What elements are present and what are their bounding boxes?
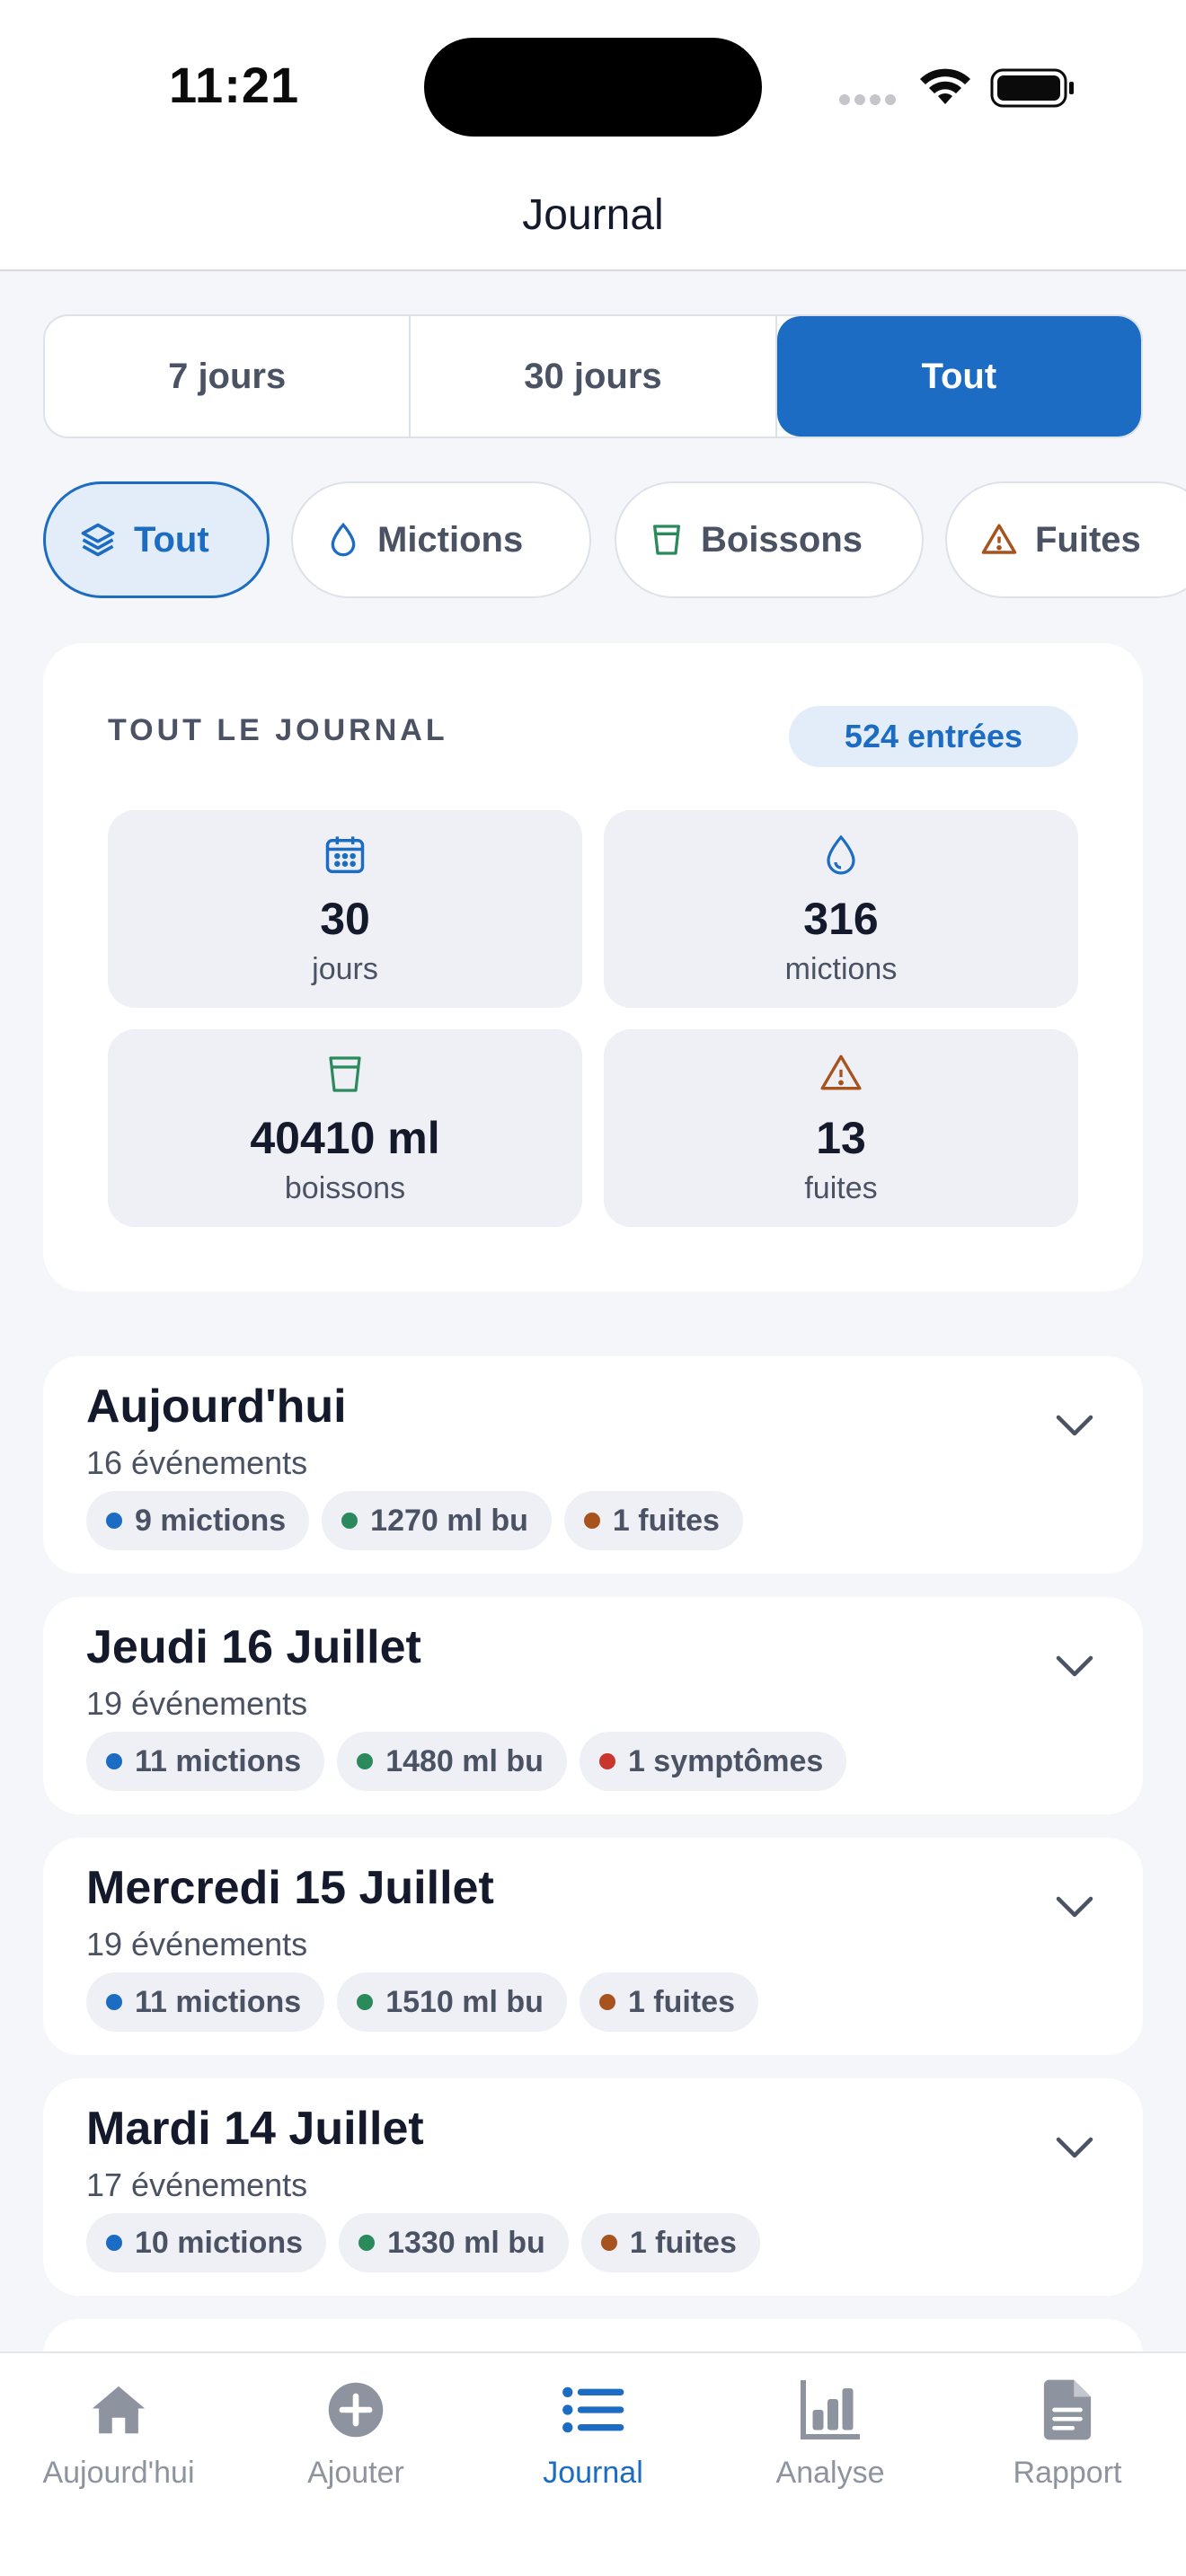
day-event-count: 19 événements — [86, 1926, 308, 1963]
status-bar: 11:21 — [0, 0, 1186, 171]
day-title: Jeudi 16 Juillet — [86, 1621, 421, 1673]
plus-circle-icon — [237, 2373, 474, 2447]
tag-symptoms: 1 symptômes — [579, 1732, 847, 1791]
filter-chip-all[interactable]: Tout — [43, 481, 270, 598]
chevron-down-icon[interactable] — [1053, 1651, 1096, 1681]
status-time: 11:21 — [169, 57, 300, 113]
stat-drinks: 40410 ml boissons — [108, 1029, 582, 1227]
tab-label: Ajouter — [307, 2456, 404, 2490]
status-icons — [836, 63, 1078, 113]
chevron-down-icon[interactable] — [1053, 1410, 1096, 1441]
tab-analysis[interactable]: Analyse — [712, 2373, 949, 2508]
tag-mictions: 11 mictions — [86, 1732, 325, 1791]
chevron-down-icon[interactable] — [1053, 2132, 1096, 2163]
journal-summary-card: TOUT LE JOURNAL 524 entrées 30 jours 316… — [43, 643, 1143, 1292]
day-tags: 9 mictions 1270 ml bu 1 fuites — [86, 1491, 756, 1550]
day-title: Aujourd'hui — [86, 1381, 347, 1433]
filter-chip-mictions[interactable]: Mictions — [291, 481, 591, 598]
stat-days: 30 jours — [108, 810, 582, 1008]
summary-title: TOUT LE JOURNAL — [108, 713, 448, 747]
filter-chip-fuites[interactable]: Fuites — [945, 481, 1186, 598]
tab-report[interactable]: Rapport — [949, 2373, 1186, 2508]
tag-drinks: 1510 ml bu — [337, 1972, 567, 2032]
stat-label: fuites — [804, 1171, 878, 1205]
battery-icon — [990, 68, 1074, 108]
tab-today[interactable]: Aujourd'hui — [0, 2373, 237, 2508]
day-tags: 10 mictions 1330 ml bu 1 fuites — [86, 2213, 773, 2272]
tag-leaks: 1 fuites — [580, 2213, 760, 2272]
stat-value: 40410 ml — [250, 1113, 440, 1163]
list-icon — [474, 2373, 712, 2447]
calendar-icon — [108, 832, 582, 878]
filter-chip-boissons[interactable]: Boissons — [615, 481, 924, 598]
warning-icon — [979, 521, 1019, 559]
tab-label: Journal — [543, 2456, 643, 2490]
tag-drinks: 1270 ml bu — [322, 1491, 552, 1550]
filter-chip-label: Fuites — [1035, 519, 1141, 560]
segment-all[interactable]: Tout — [776, 316, 1141, 437]
page-title: Journal — [522, 191, 664, 239]
stat-value: 316 — [803, 894, 879, 944]
cellular-signal-icon — [839, 93, 900, 110]
tab-label: Rapport — [1013, 2456, 1122, 2490]
tab-label: Analyse — [775, 2456, 885, 2490]
tag-mictions: 9 mictions — [86, 1491, 310, 1550]
stat-leaks: 13 fuites — [604, 1029, 1078, 1227]
filter-chips: Tout Mictions Boissons Fuites — [43, 481, 1186, 600]
period-segmented-control: 7 jours 30 jours Tout — [43, 314, 1143, 438]
day-event-count: 17 événements — [86, 2166, 308, 2203]
home-icon — [0, 2373, 237, 2447]
droplet-icon — [325, 520, 361, 560]
droplet-icon — [604, 832, 1078, 878]
day-title: Mercredi 15 Juillet — [86, 1862, 494, 1914]
tab-label: Aujourd'hui — [42, 2456, 195, 2490]
day-event-count: 16 événements — [86, 1444, 308, 1481]
day-card[interactable]: Aujourd'hui 16 événements 9 mictions 127… — [43, 1356, 1143, 1574]
segment-30-days[interactable]: 30 jours — [411, 316, 777, 437]
bar-chart-icon — [712, 2373, 949, 2447]
tag-leaks: 1 fuites — [563, 1491, 743, 1550]
segment-7-days[interactable]: 7 jours — [45, 316, 412, 437]
day-card[interactable]: Mercredi 15 Juillet 19 événements 11 mic… — [43, 1838, 1143, 2055]
filter-chip-label: Mictions — [377, 519, 524, 560]
cup-icon — [108, 1051, 582, 1098]
day-tags: 11 mictions 1480 ml bu 1 symptômes — [86, 1732, 859, 1791]
tag-drinks: 1480 ml bu — [337, 1732, 567, 1791]
stat-mictions: 316 mictions — [604, 810, 1078, 1008]
tab-bar: Aujourd'hui Ajouter Journal Analyse Rapp… — [0, 2351, 1186, 2576]
stat-label: jours — [312, 952, 378, 986]
warning-icon — [604, 1051, 1078, 1096]
stat-value: 30 — [320, 894, 370, 944]
tab-add[interactable]: Ajouter — [237, 2373, 474, 2508]
entries-count-badge: 524 entrées — [789, 706, 1078, 767]
filter-chip-label: Boissons — [701, 519, 863, 560]
day-title: Mardi 14 Juillet — [86, 2103, 424, 2155]
day-event-count: 19 événements — [86, 1685, 308, 1722]
day-card[interactable]: Jeudi 16 Juillet 19 événements 11 mictio… — [43, 1597, 1143, 1814]
tag-mictions: 11 mictions — [86, 1972, 325, 2032]
cup-icon — [649, 520, 685, 560]
stat-value: 13 — [816, 1113, 866, 1163]
dynamic-island — [424, 38, 762, 137]
filter-chip-label: Tout — [134, 519, 209, 560]
wifi-icon — [920, 68, 970, 104]
tag-leaks: 1 fuites — [579, 1972, 758, 2032]
document-icon — [949, 2373, 1186, 2447]
tag-drinks: 1330 ml bu — [339, 2213, 569, 2272]
stat-label: boissons — [284, 1171, 406, 1205]
day-tags: 11 mictions 1510 ml bu 1 fuites — [86, 1972, 771, 2032]
stat-label: mictions — [784, 952, 898, 986]
chevron-down-icon[interactable] — [1053, 1892, 1096, 1922]
navigation-header: Journal — [0, 171, 1186, 271]
tab-journal[interactable]: Journal — [474, 2373, 712, 2508]
layers-icon — [78, 520, 118, 560]
tag-mictions: 10 mictions — [86, 2213, 327, 2272]
day-card[interactable]: Mardi 14 Juillet 17 événements 10 mictio… — [43, 2078, 1143, 2296]
